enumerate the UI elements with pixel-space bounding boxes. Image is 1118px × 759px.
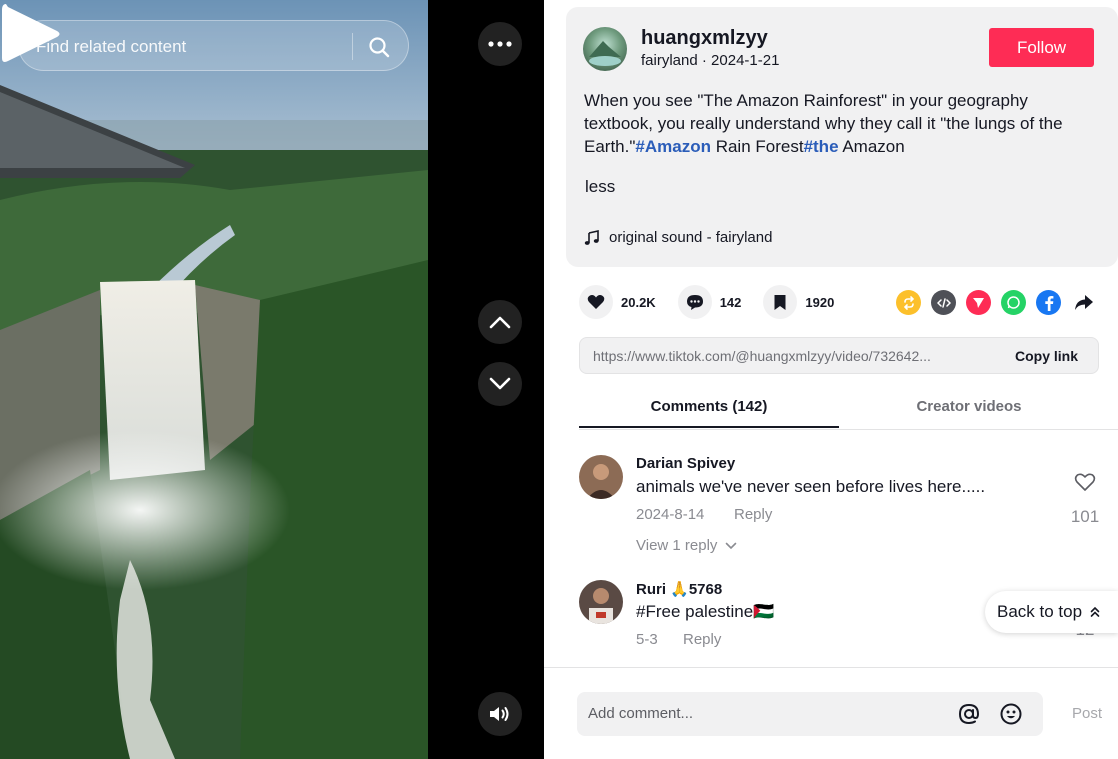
facebook-icon[interactable] xyxy=(1036,290,1061,315)
comment-placeholder: Add comment... xyxy=(588,705,694,722)
back-to-top-button[interactable]: Back to top xyxy=(985,591,1118,633)
share-options xyxy=(896,290,1106,315)
tab-creator-videos[interactable]: Creator videos xyxy=(879,398,1059,415)
like-count: 20.2K xyxy=(621,294,656,310)
description-text: Rain Forest xyxy=(710,137,804,156)
search-icon[interactable] xyxy=(367,35,391,59)
play-icon[interactable] xyxy=(0,0,62,68)
comment-date: 2024-8-14 xyxy=(636,506,705,523)
post-date: 2024-1-21 xyxy=(711,52,780,69)
engagement-actions: 20.2K 142 1920 xyxy=(579,284,856,320)
heart-outline-icon[interactable] xyxy=(1074,471,1096,493)
comment-button[interactable] xyxy=(677,285,712,319)
sound-link[interactable]: original sound - fairyland xyxy=(584,229,772,246)
commenter-name[interactable]: Darian Spivey xyxy=(636,455,735,472)
share-arrow-icon[interactable] xyxy=(1071,290,1096,315)
tab-comments[interactable]: Comments (142) xyxy=(579,398,839,415)
comment-bubble-icon xyxy=(686,294,703,310)
whatsapp-icon[interactable] xyxy=(1001,290,1026,315)
comment-text: animals we've never seen before lives he… xyxy=(636,477,986,496)
repost-glyph xyxy=(903,295,914,310)
like-button[interactable] xyxy=(579,285,613,319)
more-options-button[interactable] xyxy=(478,22,522,66)
share-arrow-glyph xyxy=(1074,295,1093,310)
avatar-image xyxy=(579,455,623,499)
comment-like-count: 101 xyxy=(1070,507,1100,526)
volume-button[interactable] xyxy=(478,692,522,736)
back-to-top-label: Back to top xyxy=(997,602,1083,621)
send-glyph xyxy=(973,298,984,308)
commenter-avatar[interactable] xyxy=(579,580,623,624)
video-details-panel: huangxmlzyy fairyland · 2024-1-21 Follow… xyxy=(544,0,1118,759)
comment-tabs: Comments (142) Creator videos xyxy=(579,388,1118,430)
video-link-box: https://www.tiktok.com/@huangxmlzyy/vide… xyxy=(579,337,1099,374)
whatsapp-glyph xyxy=(1007,296,1020,309)
save-action[interactable]: 1920 xyxy=(763,285,834,319)
video-url[interactable]: https://www.tiktok.com/@huangxmlzyy/vide… xyxy=(593,348,993,364)
facebook-glyph xyxy=(1044,295,1053,311)
waterfall-scene-image xyxy=(0,0,428,759)
save-count: 1920 xyxy=(805,294,835,310)
meta-separator: · xyxy=(701,52,712,69)
emoji-icon[interactable] xyxy=(999,702,1023,726)
volume-icon xyxy=(490,707,509,721)
hashtag-link[interactable]: #Amazon xyxy=(635,137,711,156)
comment-text: #Free palestine🇵🇸 xyxy=(636,602,775,621)
sound-name: original sound - fairyland xyxy=(609,229,773,246)
chevron-down-icon xyxy=(489,377,511,390)
view-replies-button[interactable]: View 1 reply xyxy=(636,537,737,554)
commenter-name[interactable]: Ruri 🙏5768 xyxy=(636,580,722,598)
description-card: huangxmlzyy fairyland · 2024-1-21 Follow… xyxy=(566,7,1118,267)
add-comment-input[interactable]: Add comment... xyxy=(577,692,1043,736)
creator-avatar[interactable] xyxy=(583,27,627,71)
search-divider xyxy=(352,33,353,60)
hashtag-link[interactable]: #the xyxy=(804,137,839,156)
reply-button[interactable]: Reply xyxy=(683,631,721,648)
active-tab-indicator xyxy=(579,426,839,428)
comment-date: 5-3 xyxy=(636,631,658,648)
embed-glyph xyxy=(936,297,951,308)
repost-icon[interactable] xyxy=(896,290,921,315)
double-chevron-up-icon xyxy=(1090,606,1100,617)
comment-action[interactable]: 142 xyxy=(677,285,742,319)
follow-button[interactable]: Follow xyxy=(989,28,1094,67)
send-icon[interactable] xyxy=(966,290,991,315)
like-action[interactable]: 20.2K xyxy=(579,285,656,319)
reply-button[interactable]: Reply xyxy=(734,506,772,523)
previous-video-button[interactable] xyxy=(478,300,522,344)
creator-nickname[interactable]: fairyland xyxy=(641,52,698,69)
comment-count: 142 xyxy=(719,294,742,310)
avatar-image xyxy=(579,580,623,624)
comment-item: Darian Spivey animals we've never seen b… xyxy=(579,455,1118,565)
creator-username[interactable]: huangxmlzyy xyxy=(641,27,768,50)
view-replies-label: View 1 reply xyxy=(636,537,718,554)
comment-composer: Add comment... Post xyxy=(544,667,1118,759)
bookmark-icon xyxy=(774,294,786,310)
more-dots-icon xyxy=(488,41,512,47)
embed-icon[interactable] xyxy=(931,290,956,315)
find-related-search[interactable]: Find related content xyxy=(18,20,409,71)
copy-link-button[interactable]: Copy link xyxy=(1015,348,1078,364)
mention-at-icon[interactable] xyxy=(957,702,981,726)
next-video-button[interactable] xyxy=(478,362,522,406)
video-description: When you see "The Amazon Rainforest" in … xyxy=(584,89,1094,158)
chevron-down-icon xyxy=(726,542,737,549)
music-note-icon xyxy=(584,229,599,245)
avatar-image xyxy=(589,41,621,66)
commenter-avatar[interactable] xyxy=(579,455,623,499)
tiktok-video-page: Find related content huangxmlzyy fairyla… xyxy=(0,0,1118,759)
save-button[interactable] xyxy=(763,285,798,319)
description-text: Amazon xyxy=(838,137,905,156)
post-comment-button[interactable]: Post xyxy=(1072,705,1102,722)
chevron-up-icon xyxy=(489,316,511,329)
heart-icon xyxy=(587,295,605,309)
less-toggle[interactable]: less xyxy=(585,177,615,197)
video-frame[interactable]: Find related content xyxy=(0,0,428,759)
video-player[interactable]: Find related content xyxy=(0,0,544,759)
creator-meta: fairyland · 2024-1-21 xyxy=(641,52,779,69)
